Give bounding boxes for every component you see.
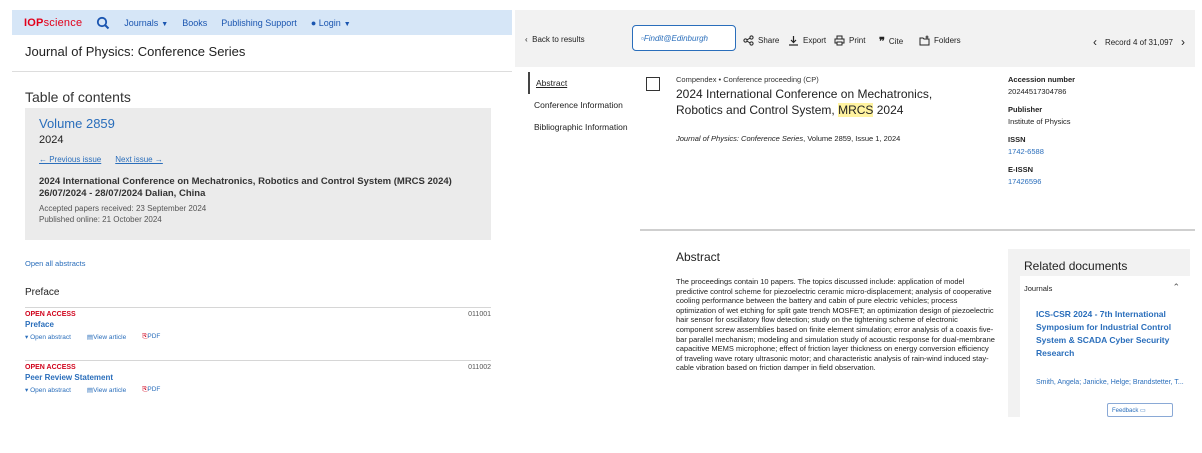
share-icon	[743, 35, 754, 46]
eissn-label: E-ISSN	[1008, 165, 1034, 174]
article-actions: ▾ Open abstract ▤View article ⎘PDF	[25, 386, 491, 394]
record-metadata: Accession number 20244517304786 Publishe…	[1008, 75, 1188, 186]
folders-button[interactable]: Folders	[919, 35, 961, 46]
iop-top-nav: IOPscience Journals ▼ Books Publishing Su…	[12, 10, 512, 35]
conference-title: 2024 International Conference on Mechatr…	[39, 176, 452, 199]
select-record-checkbox[interactable]	[646, 77, 660, 91]
chevron-left-icon: ‹	[525, 35, 528, 44]
article-title-link[interactable]: Preface	[25, 320, 491, 329]
related-document-authors[interactable]: Smith, Angela; Janicke, Helge; Brandstet…	[1036, 377, 1186, 389]
nav-login[interactable]: ● Login ▼	[311, 18, 351, 28]
folder-add-icon	[919, 35, 930, 46]
related-documents-heading: Related documents	[1024, 259, 1128, 273]
chevron-down-icon: ▼	[161, 20, 169, 28]
search-icon[interactable]	[96, 16, 110, 30]
record-sidebar: Abstract Conference Information Bibliogr…	[528, 72, 648, 138]
volume-title[interactable]: Volume 2859	[39, 116, 477, 131]
download-icon	[789, 36, 798, 46]
feedback-button[interactable]: Feedback ▭	[1107, 403, 1173, 417]
record-type: Compendex • Conference proceeding (CP)	[676, 75, 819, 84]
issue-navigation: ← Previous issue Next issue →	[39, 155, 477, 164]
nav-journals[interactable]: Journals ▼	[124, 18, 168, 28]
article-number: 011001	[468, 311, 491, 318]
feedback-icon: ▭	[1140, 408, 1146, 414]
publisher-value: Institute of Physics	[1008, 117, 1071, 126]
back-to-results-button[interactable]: ‹ Back to results	[525, 35, 585, 44]
view-article-link[interactable]: ▤View article	[87, 333, 126, 341]
issn-label: ISSN	[1008, 135, 1026, 144]
pdf-link[interactable]: ⎘PDF	[142, 386, 160, 394]
issn-link[interactable]: 1742-6588	[1008, 147, 1188, 156]
record-toolbar: ‹ Back to results ▫Findit@Edinburgh Shar…	[515, 10, 1195, 67]
article-entry: OPEN ACCESS 011002 Peer Review Statement…	[25, 364, 491, 394]
open-access-label: OPEN ACCESS	[25, 364, 76, 371]
abstract-heading: Abstract	[676, 250, 721, 264]
open-abstract-button[interactable]: ▾ Open abstract	[25, 333, 71, 341]
iop-science-logo[interactable]: IOPscience	[24, 17, 82, 29]
related-documents-card: Journals ⌃ ICS-CSR 2024 - 7th Internatio…	[1020, 276, 1190, 417]
accession-number-value: 20244517304786	[1008, 87, 1067, 96]
article-number: 011002	[468, 364, 491, 371]
toc-heading: Table of contents	[25, 89, 131, 105]
related-document-title-link[interactable]: ICS-CSR 2024 - 7th International Symposi…	[1036, 308, 1186, 360]
export-button[interactable]: Export	[788, 35, 826, 46]
print-button[interactable]: Print	[834, 35, 865, 46]
compendex-record-pane: ‹ Back to results ▫Findit@Edinburgh Shar…	[515, 0, 1202, 453]
sidebar-item-conference-information[interactable]: Conference Information	[528, 94, 648, 116]
sidebar-item-bibliographic-information[interactable]: Bibliographic Information	[528, 116, 648, 138]
publisher-label: Publisher	[1008, 105, 1043, 114]
next-record-button[interactable]: ›	[1181, 35, 1185, 49]
volume-info-box: Volume 2859 2024 ← Previous issue Next i…	[25, 108, 491, 240]
printer-icon	[834, 35, 845, 46]
chevron-down-icon: ▼	[343, 20, 351, 28]
previous-issue-link[interactable]: ← Previous issue	[39, 155, 101, 164]
nav-books[interactable]: Books	[182, 18, 207, 28]
article-title-link[interactable]: Peer Review Statement	[25, 373, 491, 382]
caret-down-icon: ▾	[25, 387, 29, 394]
published-date: Published online: 21 October 2024	[39, 215, 162, 224]
abstract-text: The proceedings contain 10 papers. The t…	[676, 277, 995, 373]
iop-science-pane: IOPscience Journals ▼ Books Publishing Su…	[0, 0, 512, 453]
record-title: 2024 International Conference on Mechatr…	[676, 87, 933, 117]
divider	[640, 229, 1195, 231]
chevron-up-icon[interactable]: ⌃	[1172, 282, 1180, 293]
previous-record-button[interactable]: ‹	[1093, 35, 1097, 49]
journals-category[interactable]: Journals	[1024, 284, 1052, 293]
record-source: Journal of Physics: Conference Series, V…	[676, 134, 901, 143]
article-entry: OPEN ACCESS 011001 Preface ▾ Open abstra…	[25, 311, 491, 341]
quote-icon: ❞	[879, 36, 885, 48]
related-documents-panel: Related documents Journals ⌃ ICS-CSR 202…	[1008, 249, 1190, 417]
nav-publishing-support[interactable]: Publishing Support	[221, 18, 297, 28]
journal-title[interactable]: Journal of Physics: Conference Series	[25, 44, 245, 59]
share-button[interactable]: Share	[743, 35, 779, 46]
view-article-link[interactable]: ▤View article	[87, 386, 126, 394]
search-highlight: MRCS	[838, 103, 874, 117]
section-heading: Preface	[25, 287, 60, 298]
user-icon: ●	[310, 17, 317, 28]
accepted-date: Accepted papers received: 23 September 2…	[39, 204, 207, 213]
record-navigation: ‹ Record 4 of 31,097 ›	[1093, 35, 1185, 49]
sidebar-item-abstract[interactable]: Abstract	[528, 72, 648, 94]
eissn-link[interactable]: 17426596	[1008, 177, 1188, 186]
accession-number-label: Accession number	[1008, 75, 1076, 84]
divider	[25, 360, 491, 361]
caret-down-icon: ▾	[25, 334, 29, 341]
volume-year: 2024	[39, 134, 64, 146]
article-actions: ▾ Open abstract ▤View article ⎘PDF	[25, 333, 491, 341]
next-issue-link[interactable]: Next issue →	[115, 155, 163, 164]
open-all-abstracts-link[interactable]: Open all abstracts	[25, 259, 85, 268]
pdf-link[interactable]: ⎘PDF	[142, 333, 160, 341]
open-abstract-button[interactable]: ▾ Open abstract	[25, 386, 71, 394]
divider	[12, 71, 512, 72]
open-access-label: OPEN ACCESS	[25, 311, 76, 318]
divider	[25, 307, 491, 308]
cite-button[interactable]: ❞ Cite	[879, 35, 903, 48]
record-counter: Record 4 of 31,097	[1104, 37, 1173, 47]
findit-button[interactable]: ▫Findit@Edinburgh	[632, 25, 736, 51]
